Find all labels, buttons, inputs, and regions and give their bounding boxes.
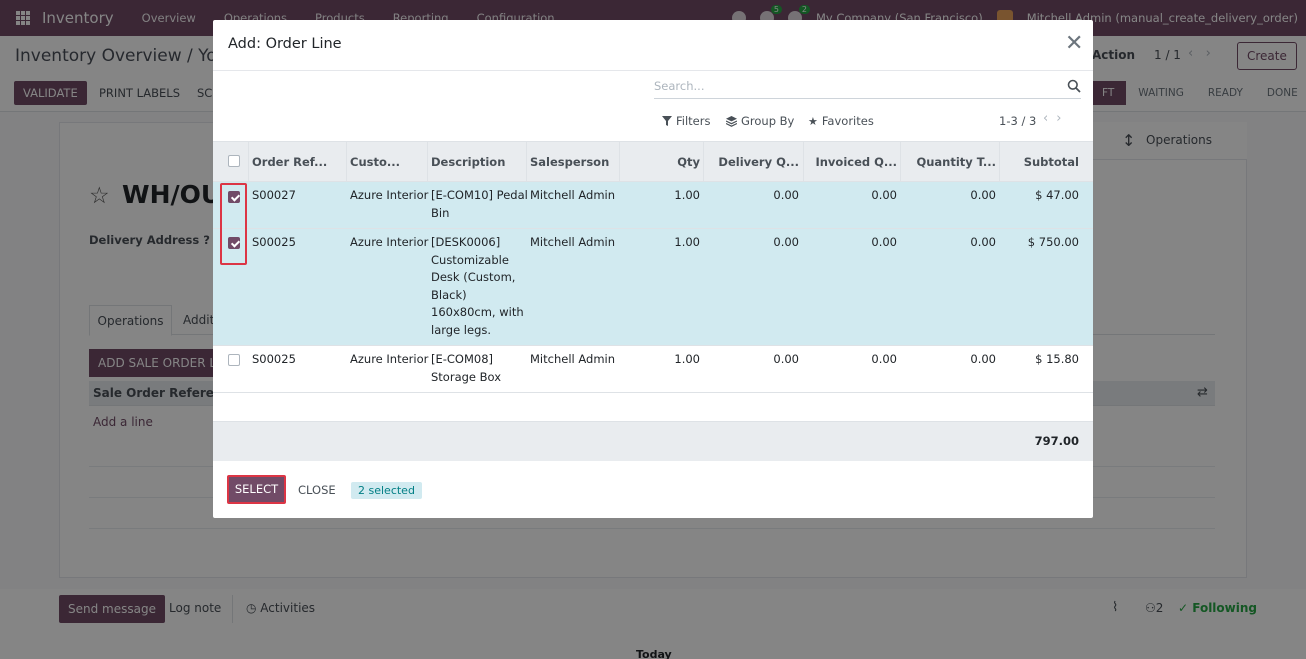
cell-invoiced: 0.00 xyxy=(871,352,897,366)
cell-delivered: 0.00 xyxy=(773,352,799,366)
table-row[interactable]: S00027 Azure Interior [E-COM10] Pedal Bi… xyxy=(213,182,1093,229)
close-icon[interactable]: ✕ xyxy=(1065,33,1083,55)
column-divider xyxy=(803,142,804,182)
description-line: [DESK0006] xyxy=(431,235,501,249)
cell-invoiced: 0.00 xyxy=(871,188,897,202)
column-delivery-qty[interactable]: Delivery Q... xyxy=(707,142,799,182)
column-description[interactable]: Description xyxy=(431,142,523,182)
cell-delivered: 0.00 xyxy=(773,188,799,202)
column-order-ref[interactable]: Order Ref... xyxy=(252,142,342,182)
column-divider xyxy=(526,142,527,182)
column-divider xyxy=(427,142,428,182)
column-divider xyxy=(703,142,704,182)
list-footer: 797.00 xyxy=(213,421,1093,461)
column-salesperson[interactable]: Salesperson xyxy=(530,142,620,182)
cell-quantity-to: 0.00 xyxy=(970,352,996,366)
cell-delivered: 0.00 xyxy=(773,235,799,249)
column-customer[interactable]: Custo... xyxy=(350,142,426,182)
description-line: Desk (Custom, xyxy=(431,270,516,284)
select-all-checkbox[interactable] xyxy=(228,155,240,167)
search-box xyxy=(654,75,1081,99)
table-row[interactable]: S00025 Azure Interior [DESK0006] Customi… xyxy=(213,229,1093,346)
list-pager[interactable]: 1-3 / 3 xyxy=(999,114,1036,128)
cell-order-ref: S00025 xyxy=(252,352,296,366)
cell-qty: 1.00 xyxy=(674,235,700,249)
list-header: Order Ref... Custo... Description Salesp… xyxy=(213,141,1093,182)
dialog-header: Add: Order Line ✕ xyxy=(213,20,1093,71)
column-divider xyxy=(619,142,620,182)
cell-customer: Azure Interior xyxy=(350,352,429,366)
cell-description: [E-COM10] Pedal Bin xyxy=(431,187,528,222)
description-line: Storage Box xyxy=(431,369,502,384)
cell-salesperson: Mitchell Admin xyxy=(530,235,616,249)
group-by-dropdown[interactable]: Group By xyxy=(726,113,794,129)
column-qty[interactable]: Qty xyxy=(623,142,700,182)
pager-prev-next-icon[interactable]: ‹› xyxy=(1043,111,1069,126)
description-line: [E-COM10] Pedal xyxy=(431,188,528,202)
column-invoiced-qty[interactable]: Invoiced Q... xyxy=(807,142,897,182)
cell-invoiced: 0.00 xyxy=(871,235,897,249)
filters-label: Filters xyxy=(676,114,711,128)
layers-icon xyxy=(726,115,737,127)
column-divider xyxy=(248,142,249,182)
filters-dropdown[interactable]: Filters xyxy=(662,113,710,129)
column-quantity-to[interactable]: Quantity T... xyxy=(904,142,996,182)
star-icon: ★ xyxy=(808,114,818,128)
cell-quantity-to: 0.00 xyxy=(970,188,996,202)
favorites-label: Favorites xyxy=(821,114,874,128)
cell-salesperson: Mitchell Admin xyxy=(530,188,616,202)
cell-description: [E-COM08] Storage Box xyxy=(431,351,501,386)
close-button[interactable]: CLOSE xyxy=(298,483,336,497)
column-divider xyxy=(900,142,901,182)
cell-qty: 1.00 xyxy=(674,188,700,202)
table-row[interactable]: S00025 Azure Interior [E-COM08] Storage … xyxy=(213,346,1093,393)
description-line: Bin xyxy=(431,205,450,220)
description-line: large legs. xyxy=(431,322,492,337)
group-by-label: Group By xyxy=(741,114,795,128)
search-icon[interactable] xyxy=(1067,79,1081,93)
column-subtotal[interactable]: Subtotal xyxy=(1003,142,1079,182)
selected-count-badge[interactable]: 2 selected xyxy=(351,482,422,499)
cell-subtotal: $ 750.00 xyxy=(1027,235,1079,249)
cell-qty: 1.00 xyxy=(674,352,700,366)
cell-subtotal: $ 15.80 xyxy=(1035,352,1079,366)
select-button[interactable]: SELECT xyxy=(227,475,286,504)
checkbox-highlight xyxy=(220,183,247,265)
filter-icon xyxy=(662,116,672,126)
row-checkbox[interactable] xyxy=(228,354,240,366)
subtotal-sum: 797.00 xyxy=(1034,434,1079,448)
dialog-title: Add: Order Line xyxy=(228,36,342,52)
cell-quantity-to: 0.00 xyxy=(970,235,996,249)
column-divider xyxy=(999,142,1000,182)
description-line: Customizable xyxy=(431,252,509,267)
add-order-line-dialog: Add: Order Line ✕ Filters Group By ★ Fav… xyxy=(213,20,1093,518)
favorites-dropdown[interactable]: ★ Favorites xyxy=(808,113,874,129)
cell-salesperson: Mitchell Admin xyxy=(530,352,616,366)
description-line: [E-COM08] xyxy=(431,352,494,366)
cell-description: [DESK0006] Customizable Desk (Custom, Bl… xyxy=(431,234,524,339)
search-input[interactable] xyxy=(654,75,1054,97)
cell-customer: Azure Interior xyxy=(350,188,429,202)
description-line: Black) xyxy=(431,287,467,302)
cell-customer: Azure Interior xyxy=(350,235,429,249)
column-divider xyxy=(346,142,347,182)
cell-order-ref: S00025 xyxy=(252,235,296,249)
cell-subtotal: $ 47.00 xyxy=(1035,188,1079,202)
description-line: 160x80cm, with xyxy=(431,305,524,319)
cell-order-ref: S00027 xyxy=(252,188,296,202)
